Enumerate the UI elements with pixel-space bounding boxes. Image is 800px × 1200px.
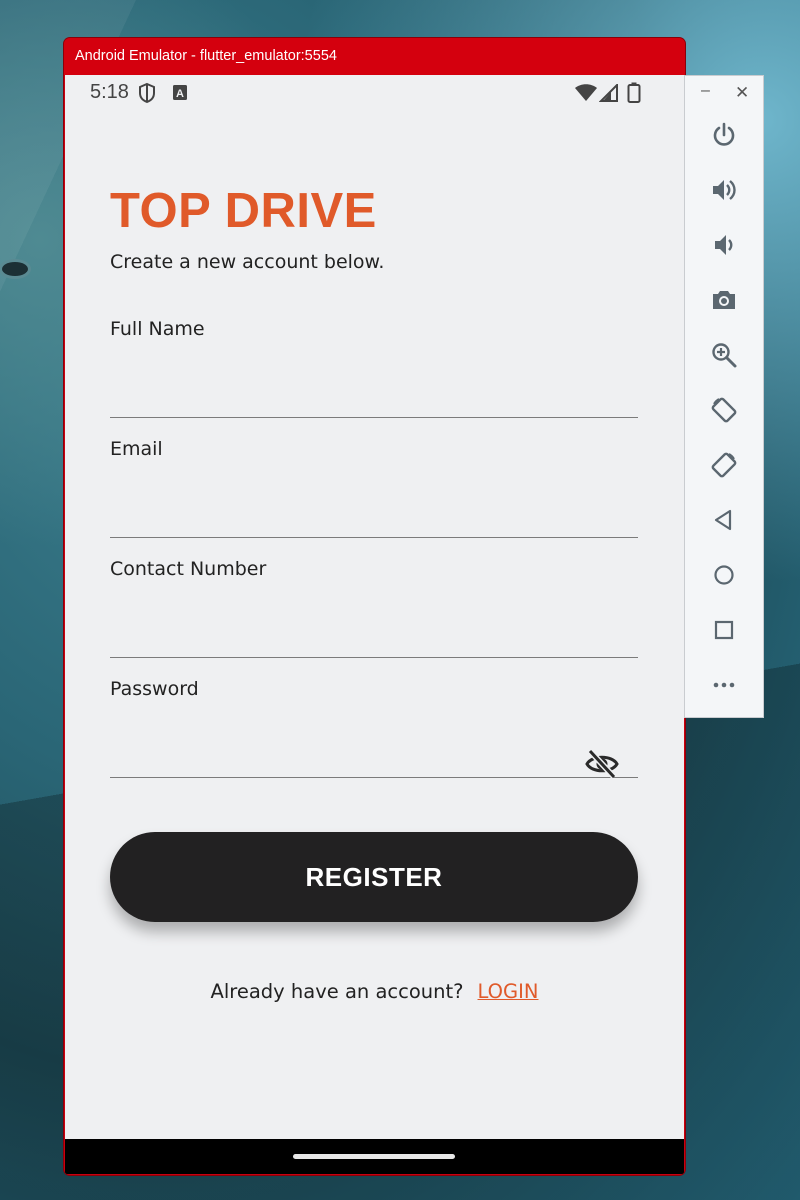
ceiling-lamp [2, 262, 28, 276]
power-icon[interactable] [709, 120, 739, 150]
camera-icon[interactable] [709, 285, 739, 315]
full-name-label: Full Name [110, 318, 205, 340]
navigation-bar [65, 1139, 684, 1174]
minimize-icon[interactable]: – [701, 82, 710, 100]
email-label: Email [110, 438, 163, 460]
volume-down-icon[interactable] [709, 230, 739, 260]
shield-icon [137, 82, 157, 109]
login-prompt: Already have an account? [210, 980, 464, 1003]
app-title: TOP DRIVE [110, 184, 377, 238]
close-icon[interactable]: ✕ [735, 83, 749, 103]
status-bar: 5:18 A [65, 75, 684, 111]
full-name-input[interactable] [110, 358, 638, 418]
email-field: Email [110, 438, 638, 538]
password-label: Password [110, 678, 199, 700]
emulator-toolbar: – ✕ [684, 75, 764, 718]
more-icon[interactable] [709, 670, 739, 700]
password-input[interactable] [110, 718, 638, 778]
login-row: Already have an account? LOGIN [65, 980, 684, 1003]
emulator-window: Android Emulator - flutter_emulator:5554… [64, 38, 685, 1175]
register-button[interactable]: REGISTER [110, 832, 638, 922]
signal-icon [598, 82, 619, 107]
svg-text:A: A [176, 88, 184, 100]
battery-icon [627, 82, 641, 109]
password-field: Password [110, 678, 638, 780]
full-name-field: Full Name [110, 318, 638, 418]
subtitle: Create a new account below. [110, 251, 385, 273]
rotate-left-icon[interactable] [709, 395, 739, 425]
window-title[interactable]: Android Emulator - flutter_emulator:5554 [64, 38, 685, 75]
contact-number-label: Contact Number [110, 558, 267, 580]
contact-number-input[interactable] [110, 598, 638, 658]
wifi-icon [574, 84, 598, 107]
volume-up-icon[interactable] [709, 175, 739, 205]
contact-number-field: Contact Number [110, 558, 638, 658]
keyboard-a-icon: A [172, 84, 188, 106]
login-link[interactable]: LOGIN [478, 980, 539, 1003]
rotate-right-icon[interactable] [709, 450, 739, 480]
email-input[interactable] [110, 478, 638, 538]
toolbar-header: – ✕ [685, 76, 763, 112]
overview-icon[interactable] [709, 615, 739, 645]
status-time: 5:18 [90, 81, 129, 103]
visibility-off-icon[interactable] [584, 746, 620, 782]
zoom-icon[interactable] [709, 340, 739, 370]
back-icon[interactable] [709, 505, 739, 535]
home-gesture-handle[interactable] [293, 1154, 455, 1159]
home-icon[interactable] [709, 560, 739, 590]
device-screen: 5:18 A TOP DRIVE Create a new account be… [65, 75, 684, 1139]
